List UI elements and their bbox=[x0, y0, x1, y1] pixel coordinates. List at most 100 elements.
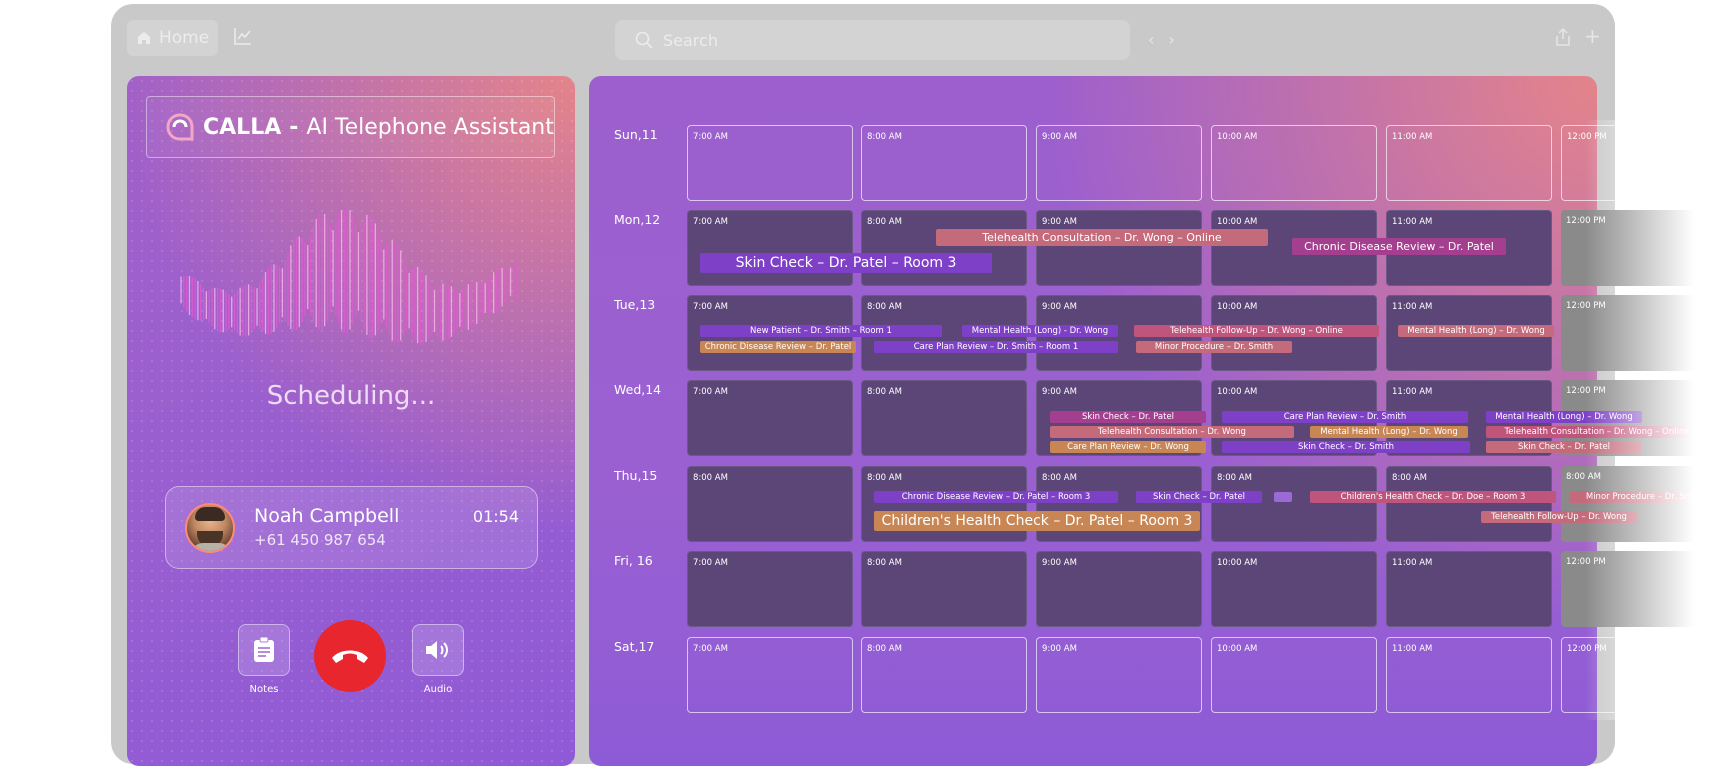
time-slot[interactable]: 12:00 PM bbox=[1561, 295, 1727, 371]
time-slot[interactable]: 8:00 AM bbox=[1386, 466, 1552, 542]
event-block[interactable]: Minor Procedure – Dr. Smith bbox=[1570, 491, 1720, 503]
event-overflow-chip[interactable] bbox=[1274, 492, 1292, 502]
day-label: Mon,12 bbox=[614, 212, 660, 227]
day-number: 14 bbox=[645, 382, 662, 397]
share-icon[interactable] bbox=[1555, 27, 1571, 50]
time-slot[interactable]: 10:00 AM bbox=[1211, 125, 1377, 201]
time-slot[interactable]: 8:00 AM bbox=[861, 125, 1027, 201]
time-slot[interactable]: 12:00 PM bbox=[1561, 637, 1727, 713]
time-slot[interactable]: 7:00 AM bbox=[687, 380, 853, 456]
event-block[interactable]: Chronic Disease Review – Dr. Patel – Roo… bbox=[874, 491, 1118, 503]
time-slot[interactable]: 8:00 AM bbox=[861, 210, 1027, 286]
time-slot-label: 9:00 AM bbox=[1042, 302, 1077, 312]
time-slot[interactable]: 11:00 AM bbox=[1386, 637, 1552, 713]
event-block[interactable]: Mental Health (Long) – Dr. Wong bbox=[1310, 426, 1468, 438]
notes-label: Notes bbox=[249, 684, 279, 695]
event-block[interactable]: Children's Health Check – Dr. Patel – Ro… bbox=[874, 511, 1200, 531]
event-block[interactable]: Telehealth Consultation – Dr. Wong – Onl… bbox=[936, 229, 1268, 246]
event-block[interactable]: Skin Check – Dr. Patel bbox=[1050, 411, 1206, 423]
time-slot[interactable]: 10:00 AM bbox=[1211, 637, 1377, 713]
time-slot[interactable]: 8:00 AM bbox=[861, 380, 1027, 456]
time-slot[interactable]: 9:00 AM bbox=[1036, 210, 1202, 286]
time-slot[interactable]: 9:00 AM bbox=[1036, 637, 1202, 713]
day-label: Sat,17 bbox=[614, 639, 654, 654]
event-block[interactable]: Telehealth Consultation – Dr. Wong – Onl… bbox=[1486, 426, 1708, 438]
event-block[interactable]: Mental Health (Long) – Dr. Wong bbox=[1486, 411, 1642, 423]
time-slot[interactable]: 8:00 AM bbox=[1211, 466, 1377, 542]
day-label: Thu,15 bbox=[614, 468, 657, 483]
brand-header: CALLA - AI Telephone Assistant bbox=[146, 96, 555, 158]
add-tab-icon[interactable]: + bbox=[1584, 24, 1601, 48]
time-slot-label: 11:00 AM bbox=[1392, 387, 1433, 397]
home-button[interactable]: Home bbox=[127, 20, 218, 56]
day-number: 15 bbox=[641, 468, 658, 483]
event-block[interactable]: Care Plan Review – Dr. Wong bbox=[1050, 441, 1206, 453]
brand-tagline: AI Telephone Assistant bbox=[306, 114, 554, 140]
event-block[interactable]: Telehealth Follow-Up – Dr. Wong – Online bbox=[1134, 325, 1379, 337]
forward-arrow-icon[interactable]: › bbox=[1168, 30, 1174, 49]
time-slot-label: 7:00 AM bbox=[693, 644, 728, 654]
chart-icon[interactable] bbox=[233, 26, 255, 48]
event-block[interactable]: Mental Health (Long) – Dr. Wong bbox=[1398, 325, 1554, 337]
time-slot[interactable]: 8:00 AM bbox=[861, 637, 1027, 713]
caller-phone: +61 450 987 654 bbox=[254, 531, 386, 549]
audio-button[interactable] bbox=[412, 624, 464, 676]
event-block[interactable]: Telehealth Follow-Up – Dr. Wong bbox=[1481, 511, 1637, 523]
event-block[interactable]: Skin Check – Dr. Smith bbox=[1222, 441, 1470, 453]
time-slot[interactable]: 8:00 AM bbox=[1561, 466, 1727, 542]
event-block[interactable]: New Patient – Dr. Smith – Room 1 bbox=[700, 325, 942, 337]
time-slot[interactable]: 7:00 AM bbox=[687, 125, 853, 201]
time-slot-label: 8:00 AM bbox=[867, 644, 902, 654]
event-block[interactable]: Telehealth Consultation – Dr. Wong bbox=[1050, 426, 1294, 438]
audio-label: Audio bbox=[423, 684, 453, 695]
time-slot-label: 8:00 AM bbox=[1392, 473, 1427, 483]
notes-button[interactable] bbox=[238, 624, 290, 676]
search-icon bbox=[635, 31, 653, 49]
time-slot-label: 10:00 AM bbox=[1217, 644, 1258, 654]
time-slot[interactable]: 11:00 AM bbox=[1386, 125, 1552, 201]
event-block[interactable]: Care Plan Review – Dr. Smith – Room 1 bbox=[874, 341, 1118, 353]
event-block[interactable]: Skin Check – Dr. Patel – Room 3 bbox=[700, 253, 992, 273]
event-block[interactable]: Care Plan Review – Dr. Smith bbox=[1222, 411, 1468, 423]
day-name: Mon, bbox=[614, 212, 645, 227]
time-slot-label: 7:00 AM bbox=[693, 302, 728, 312]
day-name: Thu, bbox=[614, 468, 642, 483]
time-slot[interactable]: 8:00 AM bbox=[861, 551, 1027, 627]
audio-control: Audio bbox=[412, 624, 464, 695]
brand-name: CALLA bbox=[203, 114, 282, 140]
time-slot-label: 8:00 AM bbox=[693, 473, 728, 483]
event-block[interactable]: Minor Procedure – Dr. Smith bbox=[1136, 341, 1292, 353]
back-arrow-icon[interactable]: ‹ bbox=[1148, 30, 1154, 49]
time-slot[interactable]: 7:00 AM bbox=[687, 210, 853, 286]
time-slot[interactable]: 8:00 AM bbox=[687, 466, 853, 542]
time-slot[interactable]: 9:00 AM bbox=[1036, 125, 1202, 201]
day-name: Sat, bbox=[614, 639, 639, 654]
time-slot-label: 8:00 AM bbox=[867, 132, 902, 142]
time-slot-label: 12:00 PM bbox=[1566, 301, 1606, 311]
event-block[interactable]: Skin Check – Dr. Patel bbox=[1136, 491, 1262, 503]
time-slot[interactable]: 10:00 AM bbox=[1211, 551, 1377, 627]
search-input[interactable]: Search bbox=[615, 20, 1130, 60]
event-block[interactable]: Chronic Disease Review – Dr. Patel bbox=[700, 341, 856, 353]
time-slot[interactable]: 12:00 PM bbox=[1561, 125, 1727, 201]
time-slot-label: 8:00 AM bbox=[1217, 473, 1252, 483]
day-label: Wed,14 bbox=[614, 382, 661, 397]
time-slot[interactable]: 11:00 AM bbox=[1386, 551, 1552, 627]
time-slot-label: 10:00 AM bbox=[1217, 302, 1258, 312]
event-block[interactable]: Chronic Disease Review – Dr. Patel bbox=[1292, 238, 1506, 255]
time-slot[interactable]: 12:00 PM bbox=[1561, 210, 1727, 286]
time-slot[interactable]: 12:00 PM bbox=[1561, 551, 1727, 627]
time-slot[interactable]: 7:00 AM bbox=[687, 637, 853, 713]
time-slot[interactable]: 9:00 AM bbox=[1036, 551, 1202, 627]
hang-up-button[interactable] bbox=[314, 620, 386, 692]
voice-waveform bbox=[180, 210, 517, 345]
day-number: 17 bbox=[638, 639, 655, 654]
event-block[interactable]: Skin Check – Dr. Patel bbox=[1486, 441, 1642, 453]
event-block[interactable]: Mental Health (Long) - Dr. Wong bbox=[962, 325, 1118, 337]
clipboard-icon bbox=[254, 637, 274, 662]
time-slot-label: 11:00 AM bbox=[1392, 558, 1433, 568]
day-label: Sun,11 bbox=[614, 127, 658, 142]
event-block[interactable]: Children's Health Check – Dr. Doe – Room… bbox=[1310, 491, 1556, 503]
speaker-icon bbox=[426, 641, 448, 659]
time-slot[interactable]: 7:00 AM bbox=[687, 551, 853, 627]
